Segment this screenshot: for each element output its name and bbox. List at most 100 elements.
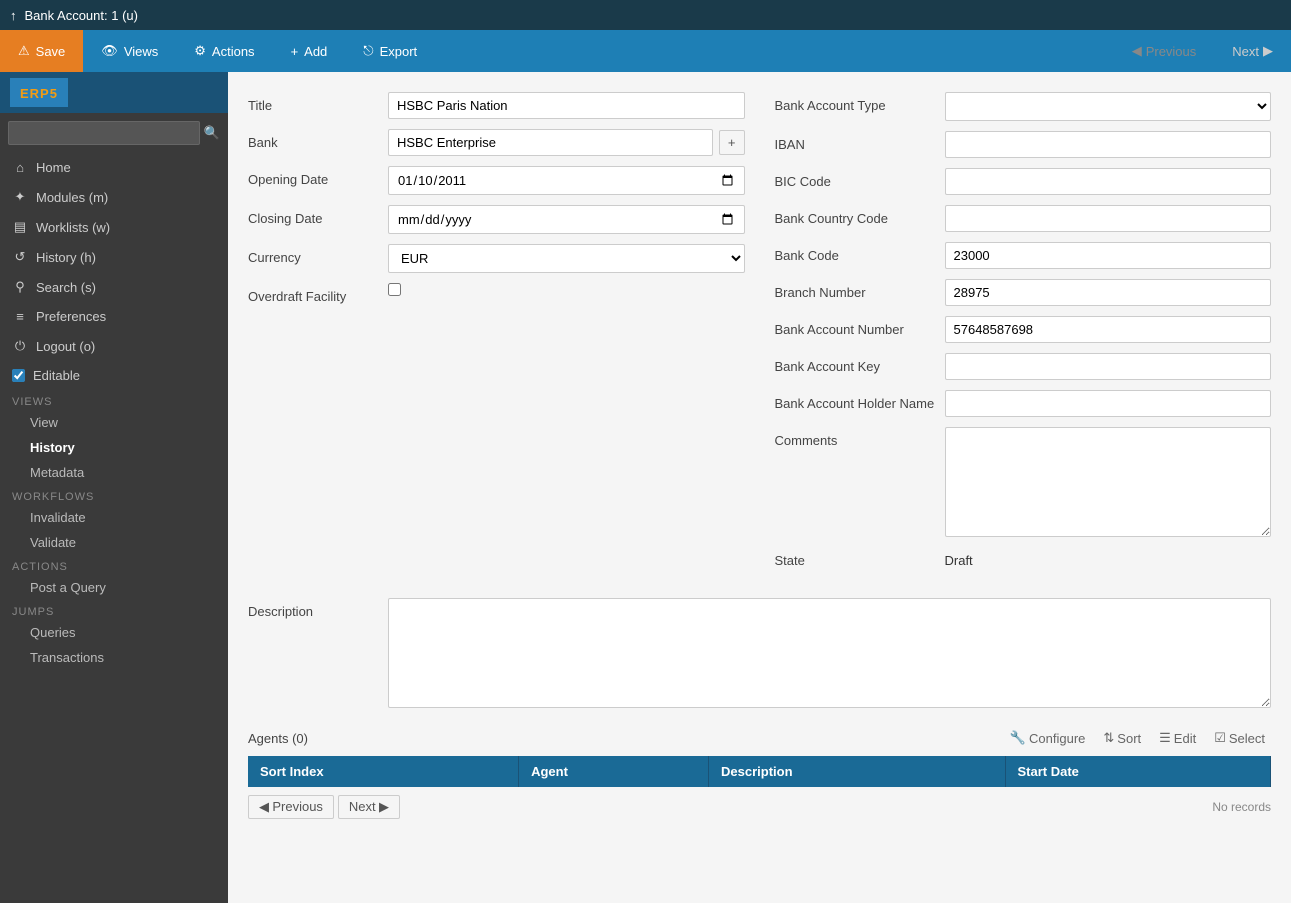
bank-account-holder-label: Bank Account Holder Name — [775, 390, 935, 411]
bank-add-button[interactable]: + — [719, 130, 745, 155]
search-button[interactable]: 🔍 — [204, 125, 220, 141]
sidebar-item-history[interactable]: ↺ History (h) — [0, 242, 228, 272]
configure-button[interactable]: 🔧 Configure — [1004, 728, 1092, 748]
logout-icon: ⏻ — [12, 338, 28, 354]
sidebar-item-worklists[interactable]: ▤ Worklists (w) — [0, 212, 228, 242]
logo-area: ERP5 — [0, 72, 228, 113]
agents-header: Agents (0) 🔧 Configure ⇅ Sort ☰ Edit — [248, 728, 1271, 748]
actions-button[interactable]: ⚙ Actions — [176, 30, 272, 72]
select-button[interactable]: ☑ Select — [1208, 728, 1271, 748]
top-bar-title: Bank Account: 1 (u) — [25, 8, 138, 23]
comments-textarea[interactable] — [945, 427, 1272, 537]
state-label: State — [775, 547, 935, 568]
sidebar-sub-view[interactable]: View — [0, 410, 228, 435]
overdraft-label: Overdraft Facility — [248, 283, 378, 304]
col-agent[interactable]: Agent — [519, 756, 709, 787]
bank-account-key-input[interactable] — [945, 353, 1272, 380]
save-button[interactable]: ⚠ Save — [0, 30, 83, 72]
bank-country-row: Bank Country Code — [775, 205, 1272, 232]
col-description[interactable]: Description — [709, 756, 1005, 787]
sidebar-sub-validate[interactable]: Validate — [0, 530, 228, 555]
description-textarea[interactable] — [388, 598, 1271, 708]
search-area: 🔍 — [0, 113, 228, 153]
agents-title: Agents (0) — [248, 731, 308, 746]
bank-input[interactable] — [388, 129, 713, 156]
bank-account-type-select[interactable] — [945, 92, 1272, 121]
search-icon: ⚲ — [12, 279, 28, 295]
agents-table: Sort Index Agent Description Start Date — [248, 756, 1271, 787]
preferences-icon: ≡ — [12, 309, 28, 324]
title-row: Title — [248, 92, 745, 119]
currency-row: Currency EUR USD GBP — [248, 244, 745, 273]
worklists-icon: ▤ — [12, 219, 28, 235]
sidebar-sub-queries[interactable]: Queries — [0, 620, 228, 645]
sidebar-item-logout[interactable]: ⏻ Logout (o) — [0, 331, 228, 361]
content-area: Title Bank + Opening Date Closing Date — [228, 72, 1291, 903]
iban-input[interactable] — [945, 131, 1272, 158]
state-row: State Draft — [775, 547, 1272, 568]
closing-date-input[interactable] — [388, 205, 745, 234]
edit-button[interactable]: ☰ Edit — [1153, 728, 1202, 748]
currency-label: Currency — [248, 244, 378, 265]
sidebar-sub-post-query[interactable]: Post a Query — [0, 575, 228, 600]
table-previous-button[interactable]: ◀ Previous — [248, 795, 334, 819]
previous-button[interactable]: ◀ Previous — [1114, 30, 1215, 72]
sidebar: ERP5 🔍 ⌂ Home ✦ Modules (m) ▤ Worklists … — [0, 72, 228, 903]
bank-code-input[interactable] — [945, 242, 1272, 269]
bic-label: BIC Code — [775, 168, 935, 189]
col-start-date[interactable]: Start Date — [1005, 756, 1271, 787]
history-icon: ↺ — [12, 249, 28, 265]
bank-country-label: Bank Country Code — [775, 205, 935, 226]
table-pagination: ◀ Previous Next ▶ No records — [248, 787, 1271, 827]
title-label: Title — [248, 92, 378, 113]
bank-account-number-label: Bank Account Number — [775, 316, 935, 337]
bank-account-number-row: Bank Account Number — [775, 316, 1272, 343]
branch-number-input[interactable] — [945, 279, 1272, 306]
opening-date-input[interactable] — [388, 166, 745, 195]
editable-checkbox[interactable] — [12, 369, 25, 382]
closing-date-row: Closing Date — [248, 205, 745, 234]
currency-select[interactable]: EUR USD GBP — [388, 244, 745, 273]
modules-icon: ✦ — [12, 189, 28, 205]
configure-icon: 🔧 — [1010, 730, 1026, 746]
sidebar-item-search[interactable]: ⚲ Search (s) — [0, 272, 228, 302]
table-next-button[interactable]: Next ▶ — [338, 795, 400, 819]
sidebar-sub-history[interactable]: History — [0, 435, 228, 460]
sort-button[interactable]: ⇅ Sort — [1097, 728, 1147, 748]
branch-number-row: Branch Number — [775, 279, 1272, 306]
bank-account-holder-input[interactable] — [945, 390, 1272, 417]
editable-row: Editable — [0, 361, 228, 390]
description-row: Description — [248, 598, 1271, 708]
overdraft-checkbox[interactable] — [388, 283, 401, 296]
closing-date-label: Closing Date — [248, 205, 378, 226]
next-button[interactable]: Next ▶ — [1214, 30, 1291, 72]
agents-actions: 🔧 Configure ⇅ Sort ☰ Edit ☑ Select — [1004, 728, 1271, 748]
title-input[interactable] — [388, 92, 745, 119]
no-records-label: No records — [1212, 800, 1271, 814]
prev-icon: ◀ — [259, 799, 269, 814]
iban-label: IBAN — [775, 131, 935, 152]
sidebar-item-modules[interactable]: ✦ Modules (m) — [0, 182, 228, 212]
iban-row: IBAN — [775, 131, 1272, 158]
add-button[interactable]: + Add — [273, 30, 346, 72]
sidebar-sub-invalidate[interactable]: Invalidate — [0, 505, 228, 530]
col-sort-index[interactable]: Sort Index — [248, 756, 519, 787]
agents-section: Agents (0) 🔧 Configure ⇅ Sort ☰ Edit — [248, 728, 1271, 827]
comments-row: Comments — [775, 427, 1272, 537]
sidebar-sub-transactions[interactable]: Transactions — [0, 645, 228, 670]
next-icon: ▶ — [1263, 43, 1273, 59]
next-page-icon: ▶ — [379, 799, 389, 814]
sidebar-sub-metadata[interactable]: Metadata — [0, 460, 228, 485]
export-button[interactable]: ⎋ Export — [345, 30, 435, 72]
bank-account-number-input[interactable] — [945, 316, 1272, 343]
sidebar-item-home[interactable]: ⌂ Home — [0, 153, 228, 182]
bank-country-input[interactable] — [945, 205, 1272, 232]
top-bar: ↑ Bank Account: 1 (u) — [0, 0, 1291, 30]
bic-input[interactable] — [945, 168, 1272, 195]
description-label: Description — [248, 598, 378, 619]
bank-account-type-label: Bank Account Type — [775, 92, 935, 113]
views-button[interactable]: 👁 Views — [83, 30, 176, 72]
search-input[interactable] — [8, 121, 200, 145]
pagination-nav: ◀ Previous Next ▶ — [248, 795, 400, 819]
sidebar-item-preferences[interactable]: ≡ Preferences — [0, 302, 228, 331]
